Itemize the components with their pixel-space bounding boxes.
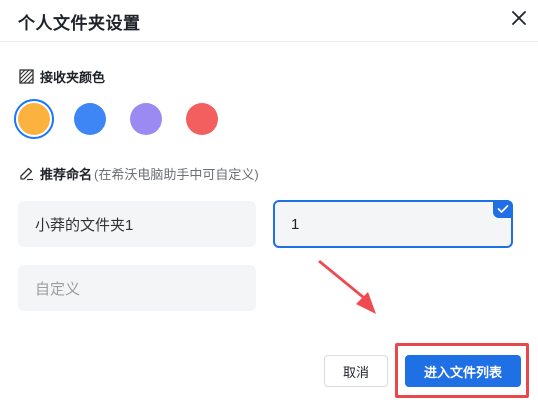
swatch-purple-dot [130, 103, 162, 135]
dialog-header: 个人文件夹设置 [0, 0, 538, 42]
swatch-red[interactable] [182, 99, 222, 139]
swatch-blue[interactable] [70, 99, 110, 139]
naming-section-title: 推荐命名 [40, 166, 93, 182]
dialog-title: 个人文件夹设置 [18, 14, 141, 33]
name-option-custom[interactable]: 自定义 [18, 265, 256, 311]
swatch-purple[interactable] [126, 99, 166, 139]
pencil-icon [19, 166, 34, 181]
name-option-default-text: 小莽的文件夹1 [35, 216, 134, 234]
cancel-button[interactable]: 取消 [324, 355, 388, 387]
swatch-orange-dot [18, 103, 50, 135]
swatch-red-dot [186, 103, 218, 135]
color-section-label: 接收夹颜色 [19, 67, 105, 85]
swatch-orange[interactable] [14, 99, 54, 139]
enter-file-list-button[interactable]: 进入文件列表 [405, 355, 521, 387]
name-option-selected[interactable]: 1 [273, 200, 513, 248]
swatch-blue-dot [74, 103, 106, 135]
checkmark-icon [493, 200, 513, 218]
close-icon[interactable] [508, 7, 530, 29]
color-section-title: 接收夹颜色 [40, 69, 106, 85]
name-option-selected-text: 1 [291, 215, 300, 233]
annotation-arrow-icon [318, 260, 376, 314]
folder-settings-dialog: 个人文件夹设置 接收夹颜色 推荐命名 (在希沃电脑助手中可自定义) 小莽的文件夹… [0, 0, 538, 404]
naming-section-hint: (在希沃电脑助手中可自定义) [94, 166, 259, 182]
hatched-square-icon [19, 68, 34, 84]
name-option-default[interactable]: 小莽的文件夹1 [18, 201, 256, 247]
naming-section-label: 推荐命名 (在希沃电脑助手中可自定义) [19, 164, 259, 182]
name-option-custom-text: 自定义 [35, 280, 81, 298]
